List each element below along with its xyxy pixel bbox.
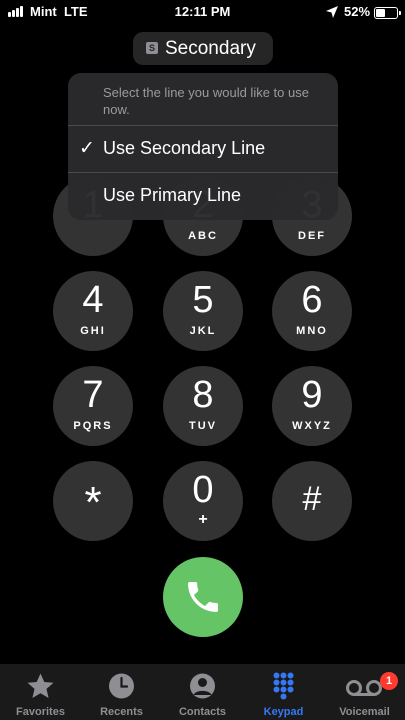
star-icon xyxy=(27,673,54,698)
tab-recents[interactable]: Recents xyxy=(81,664,162,720)
tab-favorites[interactable]: Favorites xyxy=(0,664,81,720)
voicemail-badge: 1 xyxy=(380,672,398,690)
key-digit: 7 xyxy=(82,374,104,416)
checkmark-icon: ✓ xyxy=(79,138,95,159)
voicemail-icon xyxy=(346,680,382,696)
phone-icon xyxy=(188,582,218,612)
menu-hint: Select the line you would like to use no… xyxy=(103,85,309,117)
key-digit: 8 xyxy=(192,374,214,416)
tab-label: Favorites xyxy=(16,706,65,718)
key-letters: GHI xyxy=(80,325,106,337)
menu-item-use-secondary-line[interactable]: ✓ Use Secondary Line xyxy=(68,126,338,172)
person-circle-icon xyxy=(190,673,215,699)
battery-percent: 52% xyxy=(344,4,371,19)
key-symbol: * xyxy=(84,478,102,527)
location-arrow-icon xyxy=(326,6,338,18)
menu-item-label: Use Secondary Line xyxy=(103,138,266,158)
line-badge: S xyxy=(146,42,158,54)
menu-item-label: Use Primary Line xyxy=(103,185,242,205)
key-0[interactable]: 0 + xyxy=(163,461,243,541)
key-letters: JKL xyxy=(189,325,217,337)
key-star[interactable]: * xyxy=(53,461,133,541)
tab-keypad[interactable]: Keypad xyxy=(243,664,324,720)
key-letters: ABC xyxy=(188,230,218,242)
battery-icon xyxy=(374,7,401,19)
key-9[interactable]: 9 WXYZ xyxy=(272,366,352,446)
call-button[interactable] xyxy=(163,557,243,637)
line-selection-menu: Select the line you would like to use no… xyxy=(68,73,338,220)
key-6[interactable]: 6 MNO xyxy=(272,271,352,351)
line-selector-label: Secondary xyxy=(165,38,256,59)
key-digit: 6 xyxy=(301,279,323,321)
key-digit: 0 xyxy=(192,469,214,511)
key-letters: PQRS xyxy=(73,420,113,432)
keypad-icon xyxy=(273,672,294,700)
key-8[interactable]: 8 TUV xyxy=(163,366,243,446)
key-5[interactable]: 5 JKL xyxy=(163,271,243,351)
tab-label: Voicemail xyxy=(339,706,390,718)
line-selector-button[interactable]: S Secondary xyxy=(133,32,273,65)
menu-item-use-primary-line[interactable]: Use Primary Line xyxy=(68,173,338,219)
key-plus: + xyxy=(198,511,208,528)
clock-icon xyxy=(109,673,134,699)
key-hash[interactable]: # xyxy=(272,461,352,541)
tab-label: Contacts xyxy=(178,706,227,718)
key-letters: WXYZ xyxy=(292,420,332,432)
key-symbol: # xyxy=(302,480,322,518)
tab-contacts[interactable]: Contacts xyxy=(162,664,243,720)
key-digit: 5 xyxy=(192,279,214,321)
key-letters: TUV xyxy=(189,420,217,432)
key-7[interactable]: 7 PQRS xyxy=(53,366,133,446)
tab-bar: Favorites Recents Contacts Keypad Voicem… xyxy=(0,664,405,720)
key-letters: DEF xyxy=(298,230,326,242)
status-bar: Mint LTE 12:11 PM 52% xyxy=(0,0,405,24)
tab-label: Recents xyxy=(100,706,143,718)
key-digit: 9 xyxy=(301,374,323,416)
key-4[interactable]: 4 GHI xyxy=(53,271,133,351)
key-letters: MNO xyxy=(296,325,328,337)
key-digit: 4 xyxy=(82,279,104,321)
tab-label: Keypad xyxy=(263,706,304,718)
